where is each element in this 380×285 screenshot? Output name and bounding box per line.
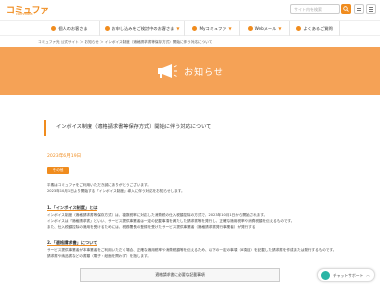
section-1-line-3: また、仕入税額控除の適用を受けるためには、税務署長の登録を受けたサービス提供事業… (47, 225, 256, 229)
nav-item-personal[interactable]: 個人のお客さま (40, 21, 100, 36)
chevron-down-icon: ▼ (278, 26, 282, 31)
nav-item-apply[interactable]: お申し込みをご検討中のお客さま ▼ (100, 21, 185, 36)
menu-button[interactable] (366, 4, 376, 14)
nav-item-label: よくあるご質問 (303, 25, 333, 31)
intro-line-1: 平素はコミュファをご利用いただき誠にありがとうございます。 (47, 183, 151, 187)
question-icon (296, 26, 302, 31)
chat-label: チャットサポート (333, 273, 364, 278)
chevron-up-icon: ︿ (366, 272, 370, 277)
chat-icon (321, 271, 330, 280)
requirements-table: 適格請求書に必要な記載事項 (80, 268, 280, 282)
mail-icon (247, 26, 253, 31)
search-button[interactable] (341, 4, 351, 14)
font-size-button[interactable] (354, 4, 364, 14)
search-input[interactable]: サイト内を検索 (290, 4, 340, 14)
nav-item-label: Myコミュファ (199, 25, 227, 31)
section-2-line-1: サービス提供事業者が本事業者をご利用いただく場合、正確な適用税率や消費税額等を伝… (47, 248, 337, 252)
article-title: インボイス制度（適格請求書等保存方式）開始に伴う対応について (56, 124, 212, 130)
breadcrumb[interactable]: コミュファ光 公式サイト ＞ お知らせ ＞ インボイス制度（適格請求書等保存方式… (38, 40, 212, 45)
table-header: 適格請求書に必要な記載事項 (155, 272, 205, 277)
heart-icon (192, 26, 198, 31)
chevron-down-icon: ▼ (228, 26, 232, 31)
nav-item-webmail[interactable]: Webメール ▼ (240, 21, 290, 36)
intro-line-2: 2023年10月1日より開始する「インボイス制度」導入に伴う対応をお知らせします… (47, 189, 185, 193)
article-title-box: インボイス制度（適格請求書等保存方式）開始に伴う対応について (44, 120, 336, 136)
section-2-line-2: 請求書や納品書などの書類（電子・紙面を問わず）を指します。 (47, 254, 151, 258)
search-icon (343, 6, 349, 12)
hero-banner: お知らせ (0, 47, 380, 95)
person-icon (51, 26, 57, 31)
category-badge: その他 (47, 167, 69, 174)
nav-item-label: お申し込みをご検討中のお客さま (111, 25, 175, 31)
apply-icon (104, 26, 110, 31)
logo-subtext: commufa (16, 12, 33, 16)
section-1-heading: 1.「インボイス制度」とは (47, 205, 98, 211)
chevron-down-icon: ▼ (176, 26, 180, 31)
section-1-line-1: インボイス制度（適格請求書等保存方式）は、複数税率に対応した消費税の仕入税額控除… (47, 213, 268, 217)
section-2-title: 2.「適格請求書」について (47, 240, 98, 246)
nav-item-label: 個人のお客さま (58, 25, 88, 31)
site-header: コミュファ commufa サイト内を検索 (0, 0, 380, 20)
section-2-heading: 2.「適格請求書」について (47, 240, 98, 246)
nav-item-label: Webメール (254, 25, 277, 31)
chat-support-button[interactable]: チャットサポート ︿ (317, 268, 375, 282)
nav-item-faq[interactable]: よくあるご質問 (290, 21, 340, 36)
page-title: お知らせ (184, 67, 224, 78)
global-nav: 個人のお客さま お申し込みをご検討中のお客さま ▼ Myコミュファ ▼ Webメ… (0, 20, 380, 36)
nav-item-mycommufa[interactable]: Myコミュファ ▼ (185, 21, 240, 36)
section-1-line-2: インボイスは「適格請求書」といい、サービス提供事業者は一定の記載事項を満たした請… (47, 219, 295, 223)
megaphone-icon (158, 64, 178, 78)
section-1-title: 1.「インボイス制度」とは (47, 205, 98, 211)
article-date: 2023年6月19日 (47, 154, 82, 159)
commufa-logo[interactable]: コミュファ commufa (6, 3, 49, 17)
